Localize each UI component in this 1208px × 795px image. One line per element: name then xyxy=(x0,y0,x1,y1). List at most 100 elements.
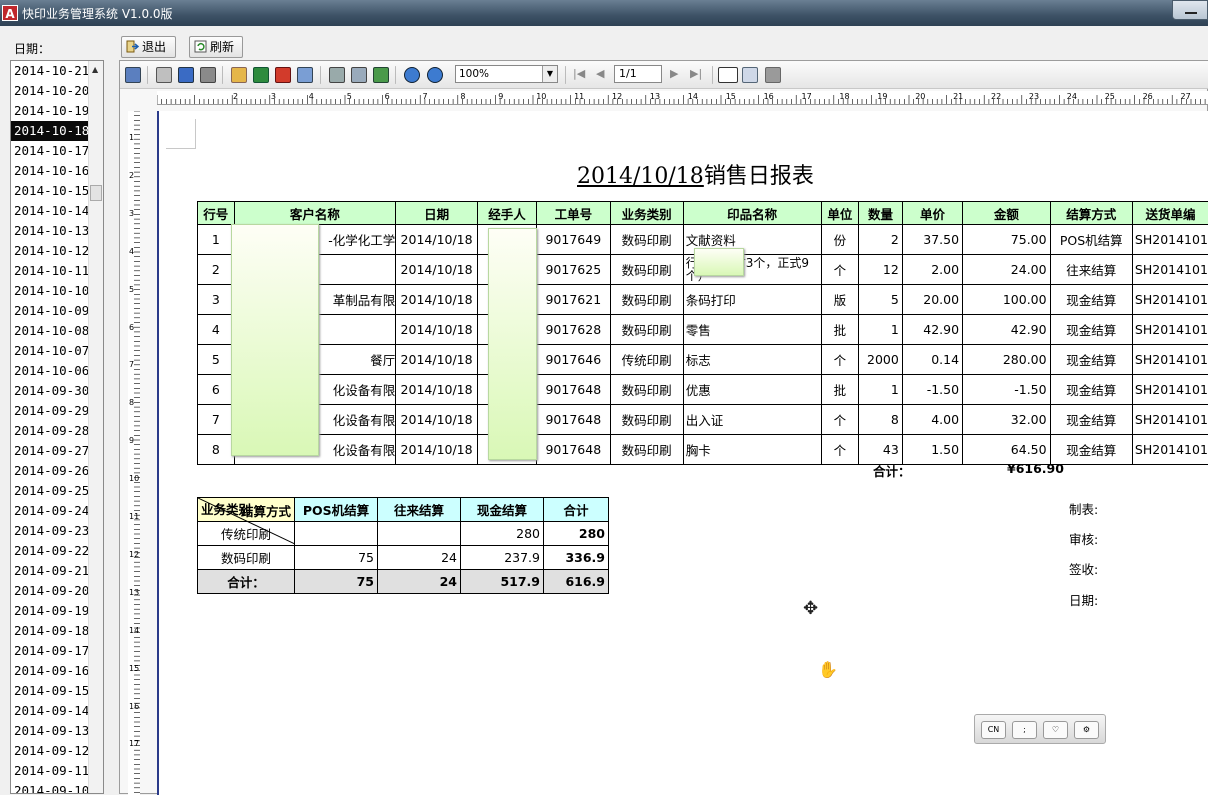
open-book-icon[interactable] xyxy=(178,67,194,83)
next-page-icon[interactable]: ▶ xyxy=(670,67,678,80)
zoom-in-icon[interactable] xyxy=(404,67,420,83)
sales-table: 行号客户名称日期经手人工单号业务类别印品名称单位数量单价金额结算方式送货单编 1… xyxy=(197,201,1208,465)
prev-page-icon[interactable]: ◀ xyxy=(596,67,604,80)
date-list-item[interactable]: 2014-09-29 xyxy=(11,401,88,421)
column-header: 工单号 xyxy=(537,202,610,225)
ime-heart-icon[interactable]: ♡ xyxy=(1043,721,1068,739)
table-cell: 个 xyxy=(821,435,859,465)
scroll-thumb[interactable] xyxy=(90,185,102,201)
page-number-field[interactable]: 1/1 xyxy=(614,65,662,83)
refresh-button[interactable]: 刷新 xyxy=(189,36,243,58)
date-list-item[interactable]: 2014-09-26 xyxy=(11,461,88,481)
exit-button[interactable]: 退出 xyxy=(121,36,176,58)
date-list-item[interactable]: 2014-09-23 xyxy=(11,521,88,541)
excel-icon[interactable] xyxy=(253,67,269,83)
scroll-up-icon[interactable]: ▲ xyxy=(92,65,98,74)
date-list-item[interactable]: 2014-10-12 xyxy=(11,241,88,261)
single-page-icon[interactable] xyxy=(329,67,345,83)
date-list-item[interactable]: 2014-10-11 xyxy=(11,261,88,281)
last-page-icon[interactable]: ▶| xyxy=(690,67,702,80)
total-label: 合计： xyxy=(873,461,911,480)
table-cell: 5 xyxy=(859,285,903,315)
table-cell: 2014/10/18 xyxy=(396,315,478,345)
table-cell: 优惠 xyxy=(683,375,821,405)
date-list[interactable]: 2014-10-212014-10-202014-10-192014-10-18… xyxy=(10,60,104,794)
hand-tool-icon[interactable] xyxy=(718,67,738,83)
ruler-number: 26 xyxy=(1143,92,1153,101)
redaction-overlay xyxy=(231,224,319,456)
date-list-item[interactable]: 2014-09-15 xyxy=(11,681,88,701)
fit-page-icon[interactable] xyxy=(373,67,389,83)
ruler-number: 4 xyxy=(309,92,314,101)
first-page-icon[interactable]: |◀ xyxy=(573,67,585,80)
table-cell: 现金结算 xyxy=(1050,435,1132,465)
ruler-number: 14 xyxy=(688,92,698,101)
date-list-item[interactable]: 2014-09-19 xyxy=(11,601,88,621)
date-list-item[interactable]: 2014-09-27 xyxy=(11,441,88,461)
date-list-item[interactable]: 2014-09-30 xyxy=(11,381,88,401)
date-list-item[interactable]: 2014-10-09 xyxy=(11,301,88,321)
date-list-item[interactable]: 2014-09-12 xyxy=(11,741,88,761)
date-list-item[interactable]: 2014-10-14 xyxy=(11,201,88,221)
date-list-item[interactable]: 2014-10-07 xyxy=(11,341,88,361)
date-list-item[interactable]: 2014-10-21 xyxy=(11,61,88,81)
date-list-item[interactable]: 2014-09-21 xyxy=(11,561,88,581)
date-list-item[interactable]: 2014-09-28 xyxy=(11,421,88,441)
pdf-icon[interactable] xyxy=(275,67,291,83)
table-cell: 2.00 xyxy=(902,255,962,285)
text-select-icon[interactable] xyxy=(742,67,758,83)
multi-page-icon[interactable] xyxy=(351,67,367,83)
date-list-item[interactable]: 2014-09-18 xyxy=(11,621,88,641)
ruler-number: 6 xyxy=(129,323,134,332)
table-cell: 现金结算 xyxy=(1050,315,1132,345)
print-icon[interactable] xyxy=(156,67,172,83)
date-list-scrollbar[interactable]: ▲ xyxy=(88,61,103,793)
date-list-item[interactable]: 2014-10-06 xyxy=(11,361,88,381)
date-list-item[interactable]: 2014-10-16 xyxy=(11,161,88,181)
zoom-select[interactable]: 100% ▼ xyxy=(455,65,558,83)
date-list-item[interactable]: 2014-09-11 xyxy=(11,761,88,781)
minimize-button[interactable] xyxy=(1172,0,1208,20)
email-icon[interactable] xyxy=(297,67,313,83)
table-cell: 1 xyxy=(859,375,903,405)
tools-icon[interactable] xyxy=(200,67,216,83)
column-header: 金额 xyxy=(963,202,1051,225)
table-cell: 胸卡 xyxy=(683,435,821,465)
date-list-item[interactable]: 2014-09-14 xyxy=(11,701,88,721)
date-list-item[interactable]: 2014-09-17 xyxy=(11,641,88,661)
date-list-item[interactable]: 2014-10-08 xyxy=(11,321,88,341)
column-header: 数量 xyxy=(859,202,903,225)
zoom-out-icon[interactable] xyxy=(427,67,443,83)
ime-punctuation-icon[interactable]: ; xyxy=(1012,721,1037,739)
date-list-item[interactable]: 2014-10-13 xyxy=(11,221,88,241)
table-cell: 9017621 xyxy=(537,285,610,315)
table-row: 5餐厅2014/10/189017646传统印刷标志个20000.14280.0… xyxy=(198,345,1208,375)
date-list-item[interactable]: 2014-09-25 xyxy=(11,481,88,501)
date-list-item[interactable]: 2014-09-20 xyxy=(11,581,88,601)
crosstab-header: 合计 xyxy=(544,498,609,522)
ruler-number: 17 xyxy=(802,92,812,101)
table-cell: 32.00 xyxy=(963,405,1051,435)
ruler-number: 9 xyxy=(129,436,134,445)
ime-gear-icon[interactable]: ⚙ xyxy=(1074,721,1099,739)
export-icon[interactable] xyxy=(231,67,247,83)
date-list-item[interactable]: 2014-09-13 xyxy=(11,721,88,741)
zoom-value: 100% xyxy=(459,68,489,80)
date-list-item[interactable]: 2014-10-10 xyxy=(11,281,88,301)
date-list-item[interactable]: 2014-09-16 xyxy=(11,661,88,681)
outline-icon[interactable] xyxy=(125,67,141,83)
date-list-item[interactable]: 2014-10-18 xyxy=(11,121,88,141)
date-list-item[interactable]: 2014-10-20 xyxy=(11,81,88,101)
date-list-item[interactable]: 2014-09-10 xyxy=(11,781,88,794)
ime-lang-button[interactable]: CN xyxy=(981,721,1006,739)
date-list-item[interactable]: 2014-09-24 xyxy=(11,501,88,521)
date-list-item[interactable]: 2014-09-22 xyxy=(11,541,88,561)
date-list-item[interactable]: 2014-10-19 xyxy=(11,101,88,121)
column-header: 经手人 xyxy=(477,202,536,225)
chevron-down-icon[interactable]: ▼ xyxy=(542,66,557,82)
column-header: 送货单编 xyxy=(1132,202,1208,225)
table-cell: SH2014101 xyxy=(1132,225,1208,255)
copy-icon[interactable] xyxy=(765,67,781,83)
date-list-item[interactable]: 2014-10-17 xyxy=(11,141,88,161)
date-list-item[interactable]: 2014-10-15 xyxy=(11,181,88,201)
